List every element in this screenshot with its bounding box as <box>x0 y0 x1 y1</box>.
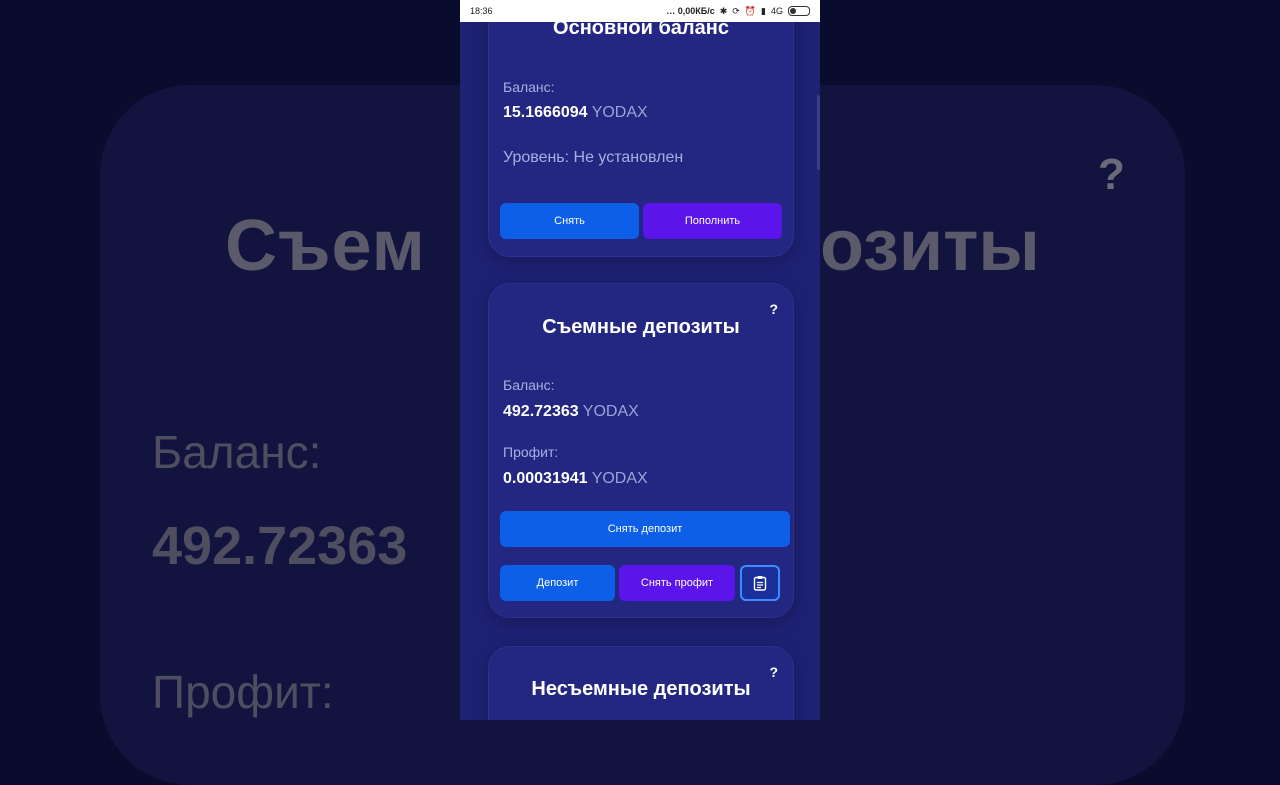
deposit-button[interactable]: Депозит <box>500 565 615 601</box>
clipboard-icon <box>753 576 767 591</box>
main-balance-card: Основной баланс Баланс: 15.1666094 YODAX… <box>488 0 794 257</box>
background-help-icon: ? <box>1098 150 1125 199</box>
profit-value-row: 0.00031941 YODAX <box>503 470 648 488</box>
removable-deposits-card: ? Съемные депозиты Баланс: 492.72363 YOD… <box>488 283 794 618</box>
level-text: Уровень: Не установлен <box>503 149 684 166</box>
removable-balance-value: 492.72363 <box>503 403 579 420</box>
main-balance-currency: YODAX <box>591 104 648 121</box>
signal-icon: ▮ <box>761 5 766 16</box>
help-icon[interactable]: ? <box>769 301 778 317</box>
alarm-icon: ⏰ <box>744 5 757 16</box>
phone-screen: 18:36 … 0,00КБ/с ✱ ⟳ ⏰ ▮ 4G Основной бал… <box>460 0 820 720</box>
status-network: 4G <box>770 6 783 16</box>
fixed-deposits-card: ? Несъемные депозиты <box>488 646 794 720</box>
removable-balance-currency: YODAX <box>582 403 639 420</box>
scrollbar[interactable] <box>817 95 820 170</box>
background-title-left: Съем <box>225 206 426 286</box>
battery-icon <box>788 6 810 16</box>
removable-deposits-title: Съемные депозиты <box>542 316 740 338</box>
main-balance-value: 15.1666094 <box>503 104 588 121</box>
withdraw-deposit-button[interactable]: Снять депозит <box>500 511 790 547</box>
clipboard-button[interactable] <box>740 565 780 601</box>
main-balance-value-row: 15.1666094 YODAX <box>503 104 648 122</box>
removable-balance-value-row: 492.72363 YODAX <box>503 403 639 421</box>
background-profit-label: Профит: <box>152 666 334 718</box>
main-balance-label: Баланс: <box>503 79 555 95</box>
background-title-right: озиты <box>820 206 1040 286</box>
sync-icon: ⟳ <box>732 5 740 16</box>
status-time: 18:36 <box>470 6 493 16</box>
status-speed: … 0,00КБ/с <box>666 6 715 16</box>
profit-currency: YODAX <box>591 470 648 487</box>
profit-label: Профит: <box>503 444 559 460</box>
fixed-deposits-title: Несъемные депозиты <box>531 678 751 700</box>
topup-button[interactable]: Пополнить <box>643 203 782 239</box>
withdraw-button[interactable]: Снять <box>500 203 639 239</box>
background-balance-label: Баланс: <box>152 426 322 478</box>
removable-balance-label: Баланс: <box>503 377 555 393</box>
bluetooth-icon: ✱ <box>719 5 728 16</box>
background-balance-value: 492.72363 <box>152 516 408 576</box>
status-bar: 18:36 … 0,00КБ/с ✱ ⟳ ⏰ ▮ 4G <box>460 0 820 22</box>
withdraw-profit-button[interactable]: Снять профит <box>619 565 735 601</box>
status-icons: … 0,00КБ/с ✱ ⟳ ⏰ ▮ 4G <box>666 6 810 17</box>
profit-value: 0.00031941 <box>503 470 588 487</box>
